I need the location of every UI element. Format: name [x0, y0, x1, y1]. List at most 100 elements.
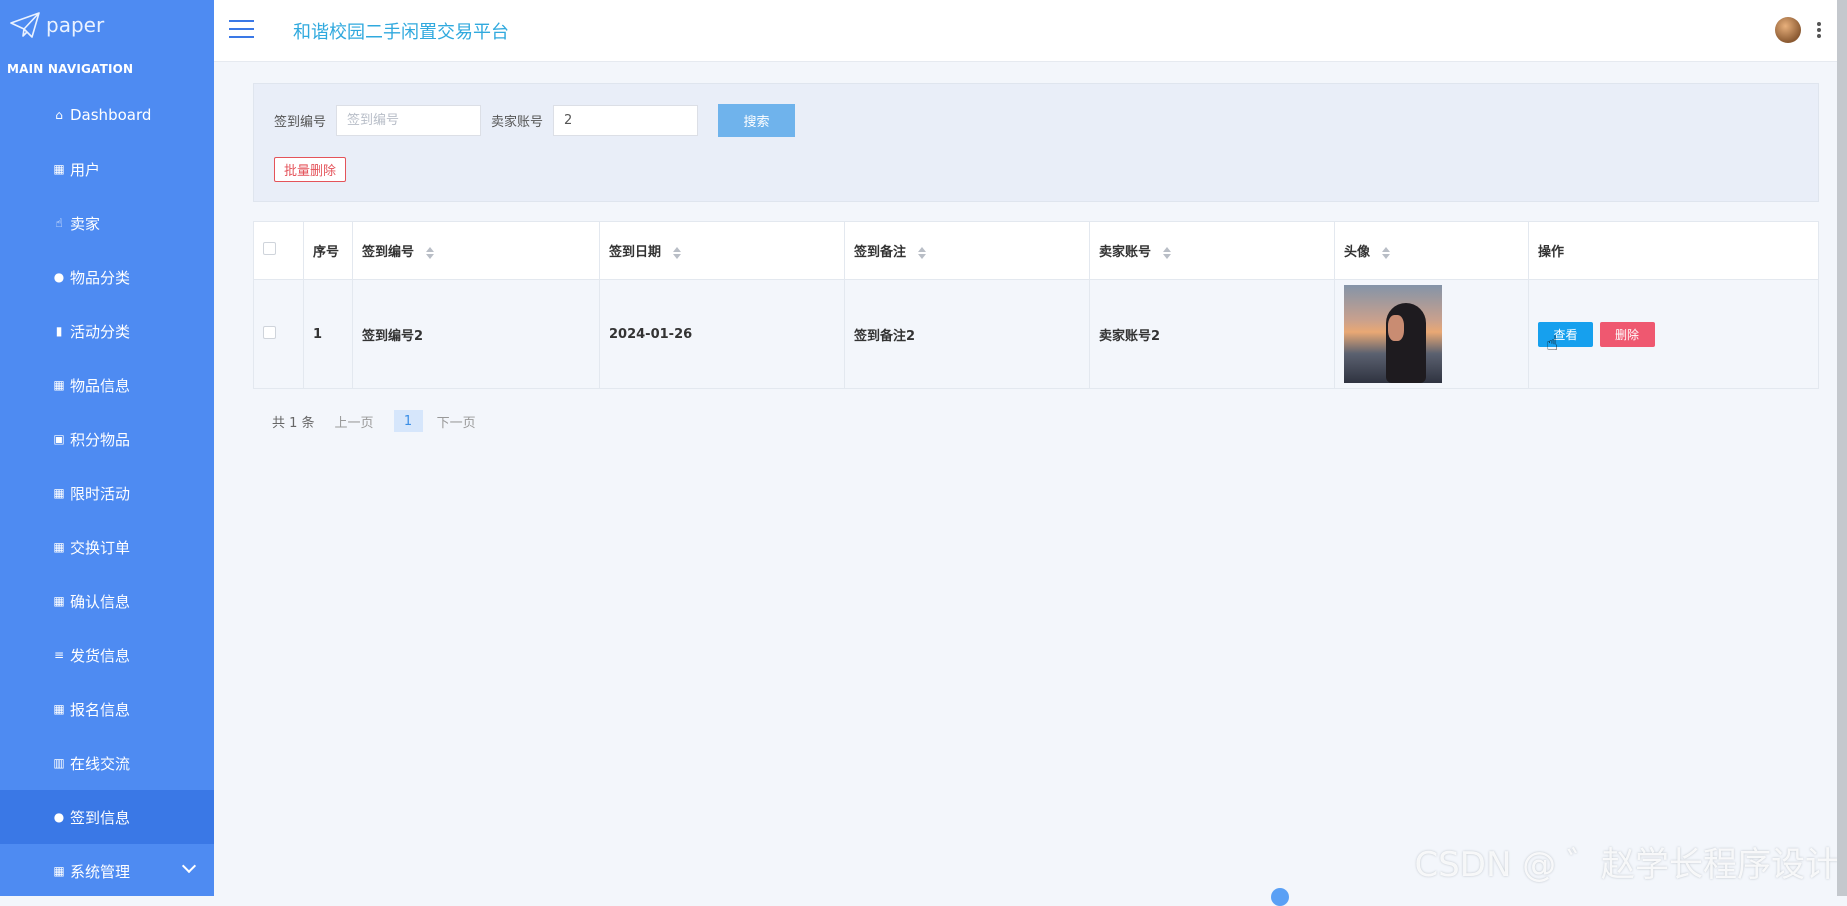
sidebar-item-users[interactable]: ▦ 用户	[0, 142, 214, 196]
user-icon: ●	[52, 810, 66, 824]
column-header-label: 签到编号	[362, 245, 414, 260]
row-sign-no: 签到编号2	[353, 280, 600, 389]
sidebar-item-registration-info[interactable]: ▦ 报名信息	[0, 682, 214, 736]
sidebar-item-label: Dashboard	[70, 106, 151, 124]
column-header-avatar[interactable]: 头像	[1335, 222, 1529, 280]
home-icon: ⌂	[52, 108, 66, 122]
sidebar-item-system-management[interactable]: ▦ 系统管理	[0, 844, 214, 896]
column-header-label: 操作	[1538, 245, 1564, 260]
row-sign-note: 签到备注2	[845, 280, 1090, 389]
sign-no-input[interactable]	[336, 105, 481, 136]
column-header-sign-note[interactable]: 签到备注	[845, 222, 1090, 280]
watermark: CSDN @ ゛赵学长程序设计	[1414, 837, 1839, 886]
column-header-seller-account[interactable]: 卖家账号	[1090, 222, 1335, 280]
sidebar-item-label: 积分物品	[70, 429, 130, 450]
column-header-sign-date[interactable]: 签到日期	[600, 222, 845, 280]
column-header-sign-no[interactable]: 签到编号	[353, 222, 600, 280]
nav-list: ⌂ Dashboard ▦ 用户 ☝ 卖家 ● 物品分类 ▮ 活动分类 ▦ 物品…	[0, 88, 214, 896]
sidebar-item-sign-in-info[interactable]: ● 签到信息	[0, 790, 214, 844]
clipboard-icon: ▣	[52, 432, 66, 446]
column-header-index: 序号	[304, 222, 353, 280]
sort-icon[interactable]	[918, 247, 926, 259]
column-header-label: 签到日期	[609, 245, 661, 260]
sidebar-item-limited-activities[interactable]: ▦ 限时活动	[0, 466, 214, 520]
sidebar-item-label: 用户	[70, 159, 100, 180]
nav-section-title: MAIN NAVIGATION	[0, 50, 214, 88]
row-sign-date: 2024-01-26	[600, 280, 845, 389]
sidebar-item-item-info[interactable]: ▦ 物品信息	[0, 358, 214, 412]
search-button[interactable]: 搜索	[718, 104, 795, 137]
column-header-label: 签到备注	[854, 245, 906, 260]
list-icon: ≡	[52, 648, 66, 662]
data-table: 序号 签到编号 签到日期 签到备注 卖家账号	[253, 221, 1819, 389]
sort-icon[interactable]	[426, 247, 434, 259]
sidebar-item-sellers[interactable]: ☝ 卖家	[0, 196, 214, 250]
grid-icon: ▦	[52, 378, 66, 392]
sidebar-item-dashboard[interactable]: ⌂ Dashboard	[0, 88, 214, 142]
sidebar-item-label: 活动分类	[70, 321, 130, 342]
row-seller-account: 卖家账号2	[1090, 280, 1335, 389]
more-options-icon[interactable]	[1817, 22, 1821, 38]
sidebar-item-label: 物品信息	[70, 375, 130, 396]
logo-text: paper	[46, 13, 104, 37]
thumbs-up-icon: ☝	[52, 216, 66, 230]
map-pin-icon: ●	[52, 270, 66, 284]
sidebar-item-label: 确认信息	[70, 591, 130, 612]
sidebar-item-label: 在线交流	[70, 753, 130, 774]
grid-icon: ▦	[52, 594, 66, 608]
grid-icon: ▦	[52, 540, 66, 554]
avatar-thumbnail[interactable]	[1344, 285, 1442, 383]
sidebar-item-activity-categories[interactable]: ▮ 活动分类	[0, 304, 214, 358]
select-all-checkbox[interactable]	[263, 242, 276, 255]
sidebar-item-points-items[interactable]: ▣ 积分物品	[0, 412, 214, 466]
table-row: 1 签到编号2 2024-01-26 签到备注2 卖家账号2 查看 删除	[254, 280, 1819, 389]
seller-account-label: 卖家账号	[491, 111, 543, 130]
delete-button[interactable]: 删除	[1600, 322, 1655, 347]
batch-delete-button[interactable]: 批量删除	[274, 157, 346, 182]
sidebar-item-label: 发货信息	[70, 645, 130, 666]
table-header-row: 序号 签到编号 签到日期 签到备注 卖家账号	[254, 222, 1819, 280]
floating-dot	[1271, 888, 1289, 906]
row-select-cell	[254, 280, 304, 389]
sort-icon[interactable]	[673, 247, 681, 259]
row-index: 1	[304, 280, 353, 389]
sidebar-item-confirm-info[interactable]: ▦ 确认信息	[0, 574, 214, 628]
grid-icon: ▦	[52, 162, 66, 176]
row-actions: 查看 删除	[1529, 280, 1819, 389]
select-all-cell	[254, 222, 304, 280]
sidebar-item-exchange-orders[interactable]: ▦ 交换订单	[0, 520, 214, 574]
logo: paper	[0, 0, 214, 50]
row-avatar-cell	[1335, 280, 1529, 389]
paper-plane-icon	[10, 12, 40, 38]
sidebar: paper MAIN NAVIGATION ⌂ Dashboard ▦ 用户 ☝…	[0, 0, 214, 896]
sidebar-item-label: 交换订单	[70, 537, 130, 558]
sidebar-item-online-chat[interactable]: ▥ 在线交流	[0, 736, 214, 790]
book-icon: ▥	[52, 756, 66, 770]
next-page-button[interactable]: 下一页	[437, 412, 476, 431]
seller-account-input[interactable]	[553, 105, 698, 136]
sidebar-item-shipping-info[interactable]: ≡ 发货信息	[0, 628, 214, 682]
sidebar-item-item-categories[interactable]: ● 物品分类	[0, 250, 214, 304]
menu-toggle-icon[interactable]	[229, 20, 254, 40]
sort-icon[interactable]	[1163, 247, 1171, 259]
page-button-current[interactable]: 1	[394, 410, 423, 432]
sidebar-item-label: 卖家	[70, 213, 100, 234]
sidebar-item-label: 签到信息	[70, 807, 130, 828]
search-form: 签到编号 卖家账号 搜索	[274, 104, 795, 137]
scrollbar[interactable]	[1837, 0, 1847, 896]
sidebar-item-label: 系统管理	[70, 861, 130, 882]
avatar[interactable]	[1775, 17, 1801, 43]
column-header-label: 卖家账号	[1099, 245, 1151, 260]
hand-cursor-icon: ☝	[1546, 331, 1558, 355]
sidebar-item-label: 物品分类	[70, 267, 130, 288]
sidebar-item-label: 限时活动	[70, 483, 130, 504]
search-panel: 签到编号 卖家账号 搜索 批量删除	[253, 83, 1819, 202]
prev-page-button[interactable]: 上一页	[335, 412, 374, 431]
top-bar: 和谐校园二手闲置交易平台	[214, 0, 1847, 62]
sort-icon[interactable]	[1382, 247, 1390, 259]
grid-icon: ▦	[52, 864, 66, 878]
grid-icon: ▦	[52, 702, 66, 716]
bar-chart-icon: ▮	[52, 324, 66, 338]
sign-no-label: 签到编号	[274, 111, 326, 130]
row-checkbox[interactable]	[263, 326, 276, 339]
